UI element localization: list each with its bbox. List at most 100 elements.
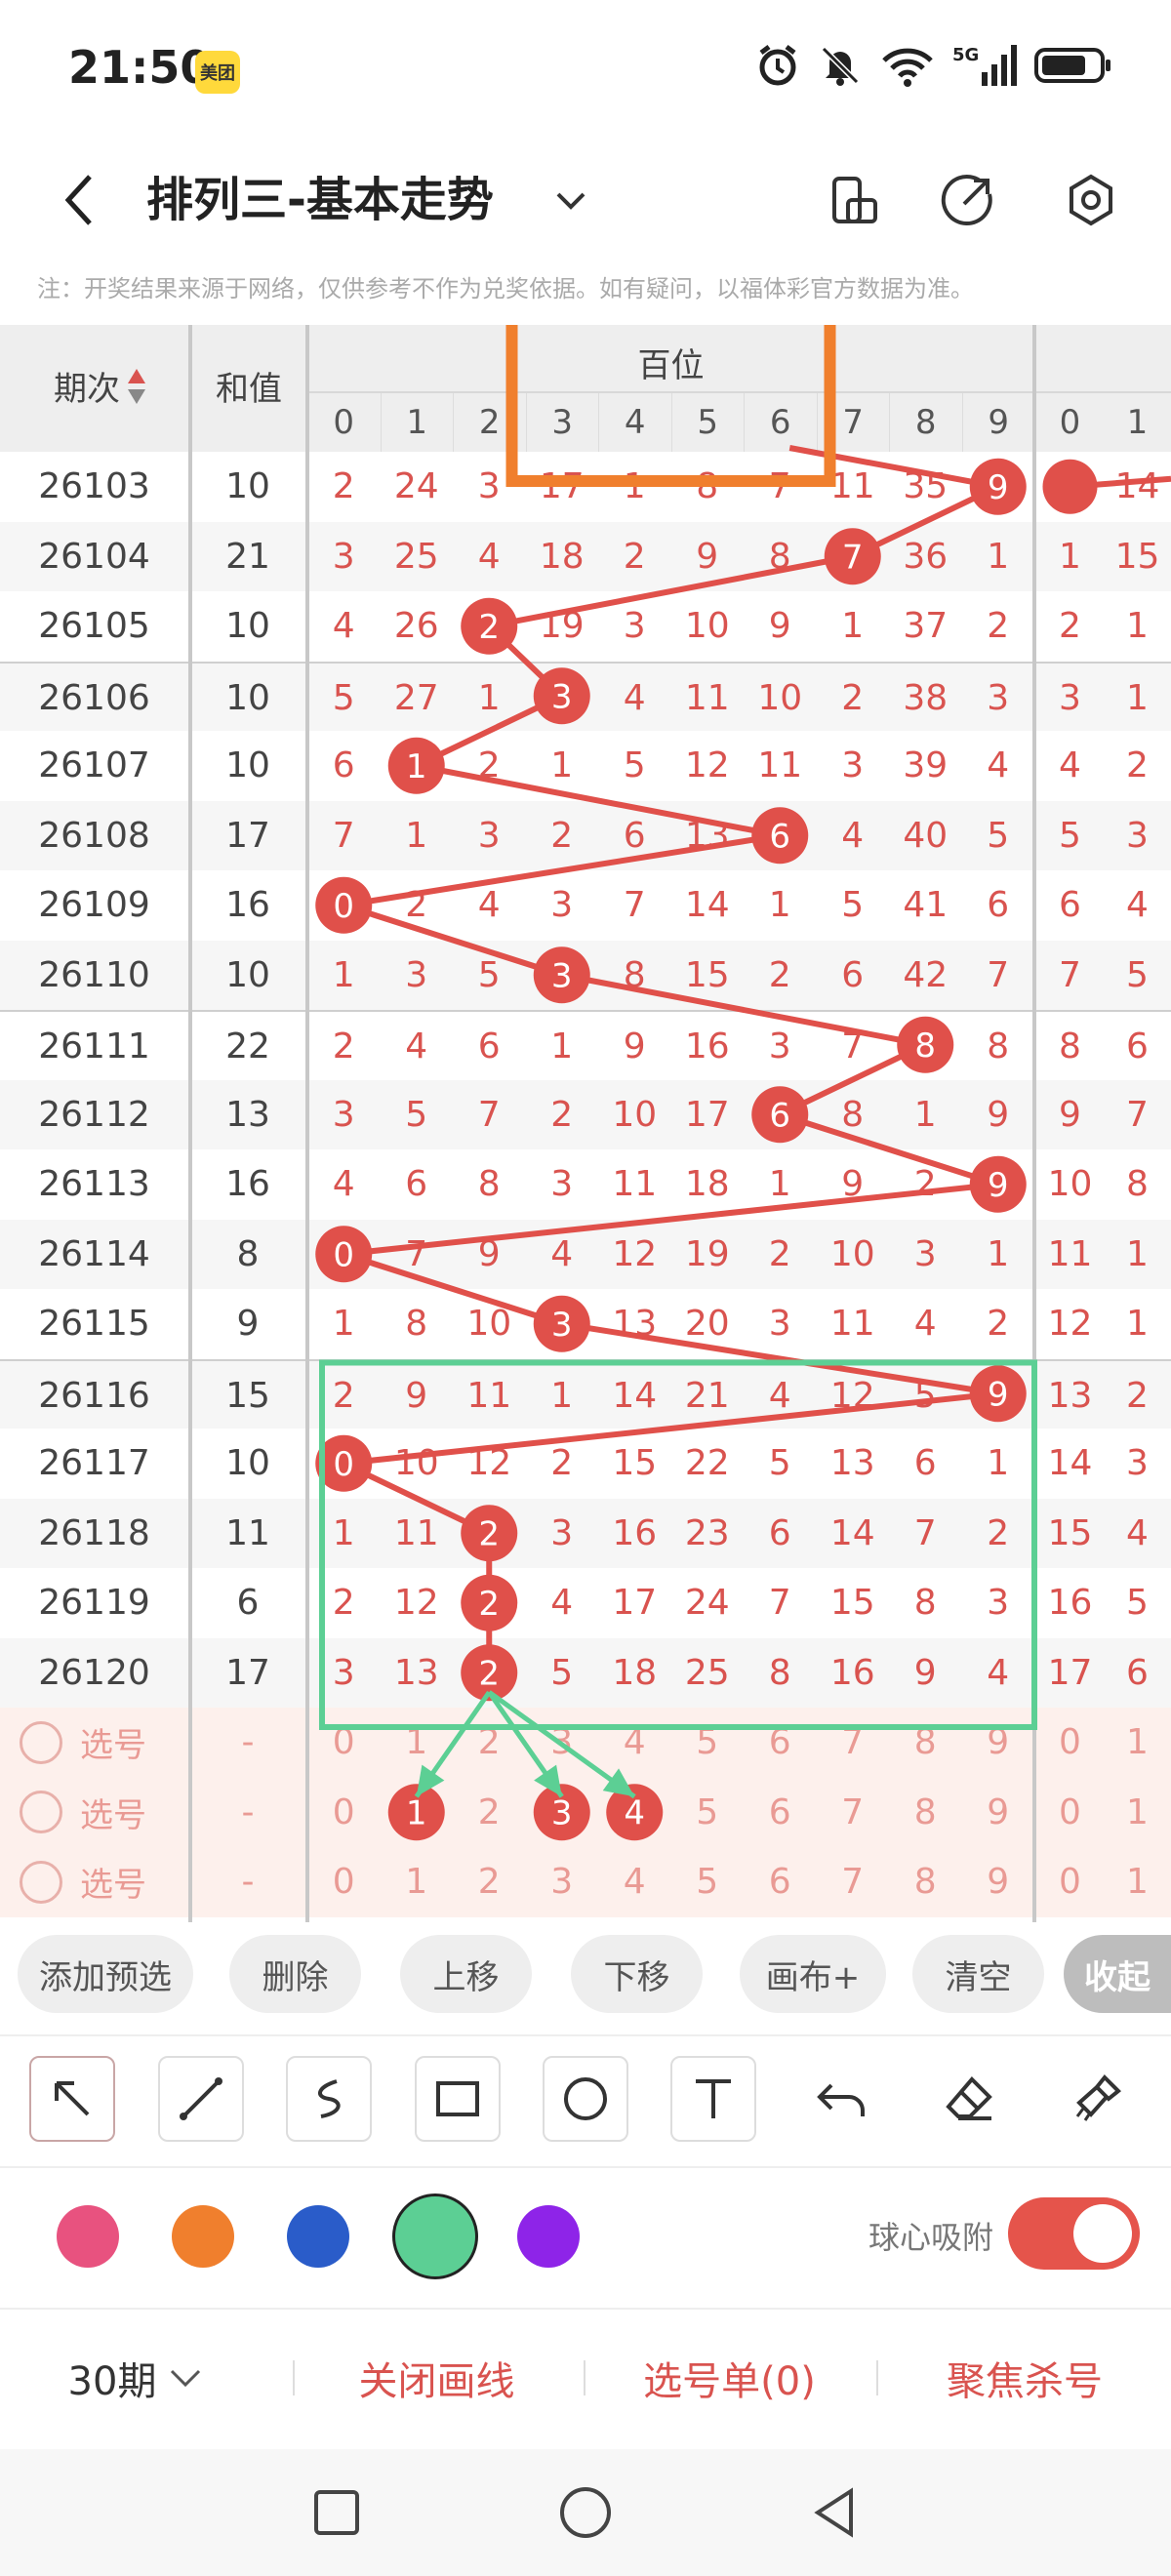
curve-icon — [318, 2079, 341, 2118]
rectangle-tool-button[interactable] — [415, 2056, 501, 2142]
wifi-icon — [882, 48, 933, 87]
eraser-icon — [946, 2076, 992, 2120]
home-button[interactable] — [551, 2478, 620, 2547]
divider — [293, 2360, 295, 2395]
hit-ball-number: 3 — [551, 677, 573, 716]
hit-ball-number: 0 — [333, 887, 354, 926]
trend-line — [341, 484, 1001, 1673]
status-bar: 21:50 美团 5G — [0, 0, 1171, 137]
green-annotation-rect — [319, 1359, 1037, 1730]
period-label: 30期 — [67, 2359, 157, 2404]
color-swatch-blue[interactable] — [287, 2205, 349, 2268]
next-col-ball — [1042, 459, 1098, 514]
orientation-button[interactable] — [815, 161, 893, 239]
page-title[interactable]: 排列三-基本走势 — [146, 156, 494, 244]
share-icon — [941, 175, 992, 226]
hit-ball-number: 0 — [333, 1445, 354, 1484]
disclaimer-note: 注：开奖结果来源于网络，仅供参考不作为兑奖依据。如有疑问，以福体彩官方数据为准。 — [37, 275, 974, 302]
undo-button[interactable] — [798, 2056, 884, 2142]
battery-icon — [1034, 48, 1110, 83]
settings-button[interactable] — [1052, 161, 1130, 239]
color-swatch-pink[interactable] — [57, 2205, 119, 2268]
move-down-button[interactable]: 下移 — [571, 1935, 703, 2013]
picked-ball-number: 1 — [406, 1793, 427, 1832]
hit-ball-number: 2 — [478, 1585, 500, 1624]
brush-icon — [1075, 2074, 1121, 2121]
clear-brush-button[interactable] — [1054, 2056, 1140, 2142]
undo-icon — [817, 2083, 865, 2116]
line-icon — [180, 2077, 222, 2120]
drawing-toolbar — [0, 2034, 1171, 2161]
green-arrow-head — [602, 1768, 635, 1797]
hit-ball-number: 2 — [478, 1514, 500, 1553]
hit-ball-number: 2 — [478, 608, 500, 647]
close-lines-button[interactable]: 关闭画线 — [303, 2310, 571, 2446]
phone-rotate-icon — [832, 177, 877, 223]
pick-list-button[interactable]: 选号单(0) — [595, 2310, 864, 2446]
clock: 21:50 — [68, 41, 212, 94]
trend-table: 期次 和值 百位 012345678901 26103 10 2 24 3 17 1 8 7 11… — [0, 325, 1171, 1922]
chevron-down-icon — [171, 2369, 201, 2388]
hit-ball-number: 9 — [988, 1166, 1009, 1205]
line-tool-button[interactable] — [158, 2056, 244, 2142]
drawing-overlay[interactable]: 9 7 2 3 1 6 0 3 8 6 9 0 3 9 0 2 2 2 1 3 4 — [0, 325, 1171, 1922]
edit-actions: 添加预选 删除 上移 下移 画布+ 清空 收起 — [0, 1927, 1171, 2025]
color-swatch-green-selected[interactable] — [392, 2194, 478, 2279]
hit-ball-number: 6 — [769, 1096, 790, 1135]
hit-ball-number: 9 — [988, 468, 1009, 507]
color-swatch-purple[interactable] — [517, 2205, 580, 2268]
hit-ball-number: 2 — [478, 1654, 500, 1693]
circle-icon — [564, 2077, 607, 2120]
mute-icon — [821, 46, 860, 86]
chevron-down-icon — [556, 192, 586, 210]
hit-ball-number: 1 — [406, 747, 427, 786]
svg-text:5G: 5G — [952, 45, 979, 65]
recents-button[interactable] — [303, 2478, 371, 2547]
hit-ball-number: 6 — [769, 817, 790, 856]
circle-tool-button[interactable] — [543, 2056, 628, 2142]
meituan-badge: 美团 — [195, 51, 240, 94]
hit-ball-number: 7 — [842, 538, 864, 577]
alarm-icon — [759, 45, 796, 86]
move-up-button[interactable]: 上移 — [400, 1935, 532, 2013]
delete-button[interactable]: 删除 — [229, 1935, 361, 2013]
divider — [876, 2360, 878, 2395]
hit-ball-number: 0 — [333, 1235, 354, 1274]
back-button[interactable] — [49, 156, 107, 244]
snap-toggle[interactable] — [1008, 2197, 1140, 2270]
canvas-plus-button[interactable]: 画布+ — [740, 1935, 886, 2013]
collapse-button[interactable]: 收起 — [1064, 1935, 1171, 2013]
hit-ball-number: 9 — [988, 1375, 1009, 1414]
eraser-button[interactable] — [927, 2056, 1013, 2142]
signal-5g-icon: 5G — [952, 45, 1017, 86]
color-palette: 球心吸附 — [0, 2166, 1171, 2303]
toggle-knob — [1073, 2204, 1132, 2263]
color-swatch-orange[interactable] — [172, 2205, 234, 2268]
system-nav-bar — [0, 2449, 1171, 2576]
rectangle-icon — [436, 2081, 479, 2116]
focus-kill-button[interactable]: 聚焦杀号 — [888, 2310, 1161, 2446]
clear-button[interactable]: 清空 — [912, 1935, 1044, 2013]
hit-ball-number: 3 — [551, 1306, 573, 1345]
period-selector[interactable]: 30期 — [39, 2310, 234, 2446]
add-preselect-button[interactable]: 添加预选 — [18, 1935, 193, 2013]
snap-label: 球心吸附 — [868, 2219, 994, 2256]
gear-icon — [1070, 174, 1112, 226]
text-icon — [696, 2079, 731, 2118]
hit-ball-number: 3 — [551, 956, 573, 995]
hit-ball-number: 8 — [914, 1026, 936, 1066]
title-dropdown-button[interactable] — [546, 171, 595, 229]
status-icons: 5G — [755, 43, 1112, 88]
chevron-left-icon — [64, 175, 92, 225]
square-icon — [314, 2490, 359, 2535]
text-tool-button[interactable] — [670, 2056, 756, 2142]
picked-ball-number: 4 — [624, 1793, 645, 1832]
select-tool-button[interactable] — [29, 2056, 115, 2142]
divider — [584, 2360, 586, 2395]
nav-back-button[interactable] — [800, 2478, 868, 2547]
picked-ball-number: 3 — [551, 1793, 573, 1832]
arrow-cursor-icon — [55, 2081, 90, 2116]
share-button[interactable] — [929, 161, 1007, 239]
freehand-tool-button[interactable] — [286, 2056, 372, 2142]
top-bar: 排列三-基本走势 — [0, 137, 1171, 273]
